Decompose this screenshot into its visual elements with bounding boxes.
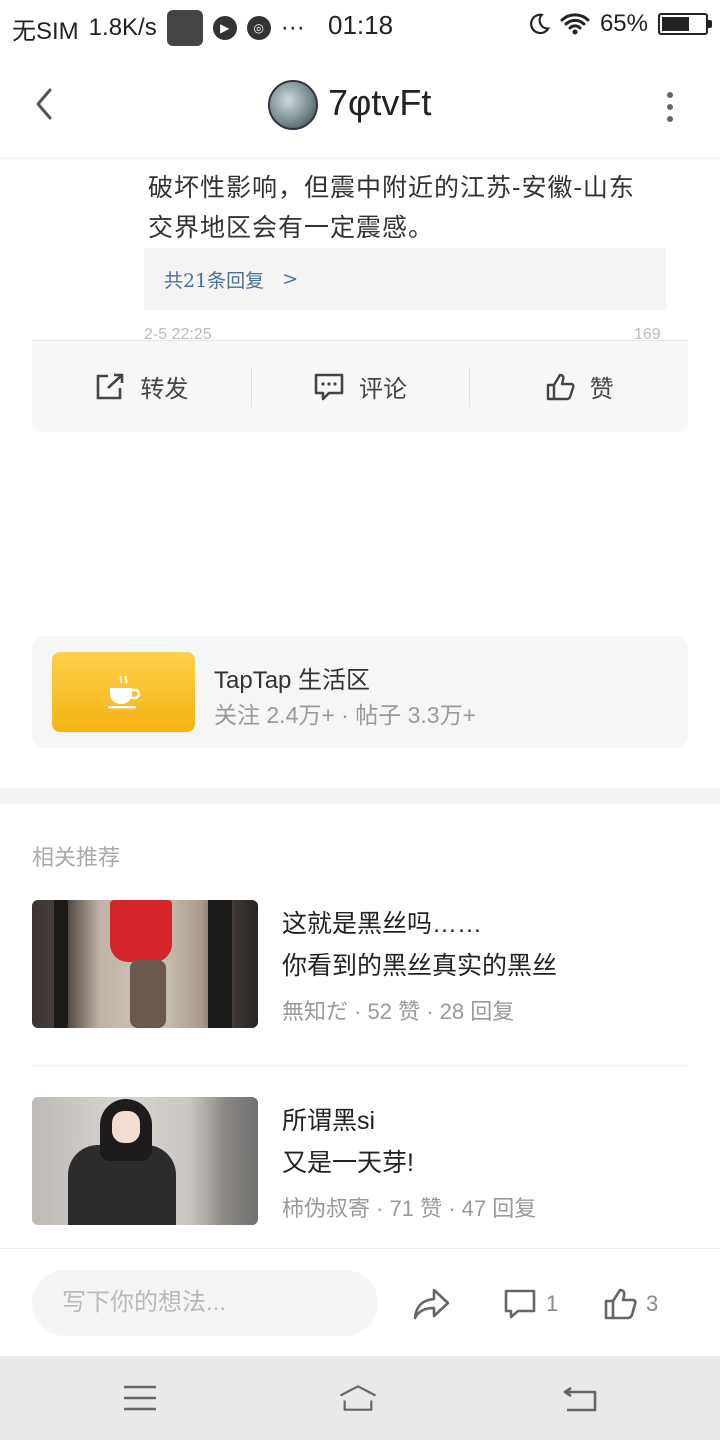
related-thumbnail bbox=[32, 1097, 258, 1225]
comment-count: 1 bbox=[546, 1291, 559, 1316]
share-label: 转发 bbox=[140, 375, 189, 403]
author-avatar[interactable] bbox=[268, 80, 318, 130]
related-meta: 無知だ · 52 赞 · 28 回复 bbox=[282, 999, 515, 1024]
related-meta: 柿伪叔寄 · 71 赞 · 47 回复 bbox=[282, 1196, 537, 1221]
like-count: 3 bbox=[646, 1291, 659, 1316]
status-right: 65% bbox=[528, 10, 712, 38]
chevron-left-icon bbox=[36, 88, 52, 120]
like-button[interactable]: 3 bbox=[602, 1282, 658, 1326]
chevron-right-icon: > bbox=[282, 268, 299, 290]
menu-icon bbox=[124, 1385, 156, 1411]
embedded-like: 赞 bbox=[469, 341, 688, 432]
share-button[interactable] bbox=[412, 1282, 452, 1326]
back-nav-button[interactable] bbox=[560, 1378, 600, 1418]
list-divider bbox=[32, 1065, 688, 1066]
app-notification-icon bbox=[166, 10, 203, 46]
related-item[interactable]: 这就是黑丝吗…… 你看到的黑丝真实的黑丝 無知だ · 52 赞 · 28 回复 bbox=[32, 900, 688, 1030]
battery-icon bbox=[658, 13, 712, 35]
more-dot-icon bbox=[667, 92, 673, 98]
network-speed: 1.8K/s bbox=[88, 14, 157, 41]
comment-button[interactable]: 1 bbox=[502, 1282, 558, 1326]
wifi-icon bbox=[560, 13, 590, 35]
related-subtitle: 又是一天芽! bbox=[282, 1149, 414, 1177]
comment-icon bbox=[504, 1289, 536, 1319]
embedded-post-image[interactable]: 破坏性影响，但震中附近的江苏-安徽-山东 交界地区会有一定震感。 共21条回复 … bbox=[32, 160, 688, 432]
system-nav-bar bbox=[0, 1356, 720, 1440]
battery-percent: 65% bbox=[599, 10, 648, 37]
header-divider bbox=[0, 158, 720, 159]
comment-label: 评论 bbox=[359, 375, 407, 403]
embedded-post-text: 破坏性影响，但震中附近的江苏-安徽-山东 交界地区会有一定震感。 bbox=[148, 168, 635, 248]
related-thumbnail bbox=[32, 900, 258, 1028]
more-notifications-icon: ··· bbox=[280, 14, 305, 41]
related-title: 所谓黑si bbox=[282, 1107, 376, 1135]
clock: 01:18 bbox=[328, 10, 394, 40]
related-section-title: 相关推荐 bbox=[32, 845, 121, 870]
comment-icon bbox=[314, 373, 344, 400]
status-left: 无SIM 1.8K/s ▶ ◎ ··· bbox=[12, 10, 305, 46]
share-icon bbox=[97, 373, 124, 399]
menu-button[interactable] bbox=[120, 1378, 160, 1418]
target-notification-icon: ◎ bbox=[246, 16, 271, 40]
embedded-timestamp: 2-5 22:25 bbox=[144, 326, 212, 340]
status-bar: 无SIM 1.8K/s ▶ ◎ ··· 01:18 65% bbox=[0, 0, 720, 52]
embedded-meta-row: 2-5 22:25 169 bbox=[144, 326, 674, 340]
embedded-like-count: 169 bbox=[634, 326, 661, 340]
comment-input[interactable] bbox=[32, 1270, 378, 1336]
section-separator bbox=[0, 788, 720, 804]
bottom-bar-divider bbox=[0, 1248, 720, 1249]
home-icon bbox=[339, 1385, 377, 1411]
embedded-text-line: 破坏性影响，但震中附近的江苏-安徽-山东 bbox=[148, 173, 635, 202]
more-dot-icon bbox=[667, 104, 673, 110]
more-dot-icon bbox=[667, 116, 673, 122]
carrier-text: 无SIM bbox=[12, 17, 79, 45]
home-button[interactable] bbox=[338, 1378, 378, 1418]
back-button[interactable] bbox=[30, 84, 60, 124]
author-name[interactable]: 7φtvFt bbox=[328, 82, 431, 124]
replies-label: 共21条回复 bbox=[164, 269, 265, 292]
thumbs-up-icon bbox=[546, 373, 575, 400]
related-title: 这就是黑丝吗…… bbox=[282, 910, 483, 938]
like-label: 赞 bbox=[589, 375, 614, 403]
play-notification-icon: ▶ bbox=[212, 16, 237, 40]
top-bar: 7φtvFt bbox=[0, 52, 720, 158]
replies-link: 共21条回复 > bbox=[144, 248, 666, 310]
embedded-text-line: 交界地区会有一定震感。 bbox=[148, 213, 435, 242]
moon-icon bbox=[530, 13, 550, 35]
thumbs-up-icon bbox=[604, 1288, 637, 1320]
community-stats: 关注 2.4万+ · 帖子 3.3万+ bbox=[214, 702, 477, 728]
more-options-button[interactable] bbox=[664, 92, 676, 122]
embedded-comment: 评论 bbox=[250, 341, 470, 432]
related-item[interactable]: 所谓黑si 又是一天芽! 柿伪叔寄 · 71 赞 · 47 回复 bbox=[32, 1097, 688, 1227]
community-card[interactable]: TapTap 生活区 关注 2.4万+ · 帖子 3.3万+ bbox=[32, 636, 688, 748]
related-subtitle: 你看到的黑丝真实的黑丝 bbox=[282, 952, 558, 980]
share-arrow-icon bbox=[413, 1288, 450, 1320]
embedded-action-bar: 转发 评论 赞 bbox=[32, 340, 688, 432]
community-name: TapTap 生活区 bbox=[214, 667, 371, 694]
coffee-cup-icon bbox=[52, 652, 195, 732]
embedded-share: 转发 bbox=[32, 341, 251, 432]
return-icon bbox=[563, 1386, 597, 1412]
